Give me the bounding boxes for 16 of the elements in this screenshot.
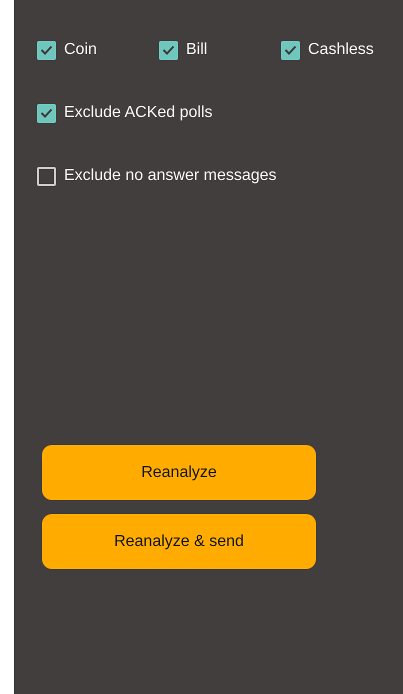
checkbox[interactable] bbox=[37, 40, 56, 60]
action-button[interactable]: Reanalyze & send bbox=[42, 514, 316, 569]
checkbox[interactable] bbox=[159, 40, 178, 60]
checkbox[interactable] bbox=[37, 166, 56, 186]
checkbox-label: Cashless bbox=[308, 40, 374, 60]
checkbox-label: Exclude ACKed polls bbox=[64, 103, 213, 123]
checkbox-label: Coin bbox=[64, 40, 97, 60]
check-icon bbox=[162, 45, 175, 55]
checkbox-label: Exclude no answer messages bbox=[64, 166, 277, 186]
checkbox[interactable] bbox=[37, 104, 56, 122]
check-icon bbox=[40, 108, 53, 118]
check-icon bbox=[40, 45, 53, 55]
check-icon bbox=[284, 45, 297, 55]
action-button[interactable]: Reanalyze bbox=[42, 445, 316, 500]
checkbox[interactable] bbox=[281, 40, 300, 60]
checkbox-label: Bill bbox=[186, 40, 208, 60]
